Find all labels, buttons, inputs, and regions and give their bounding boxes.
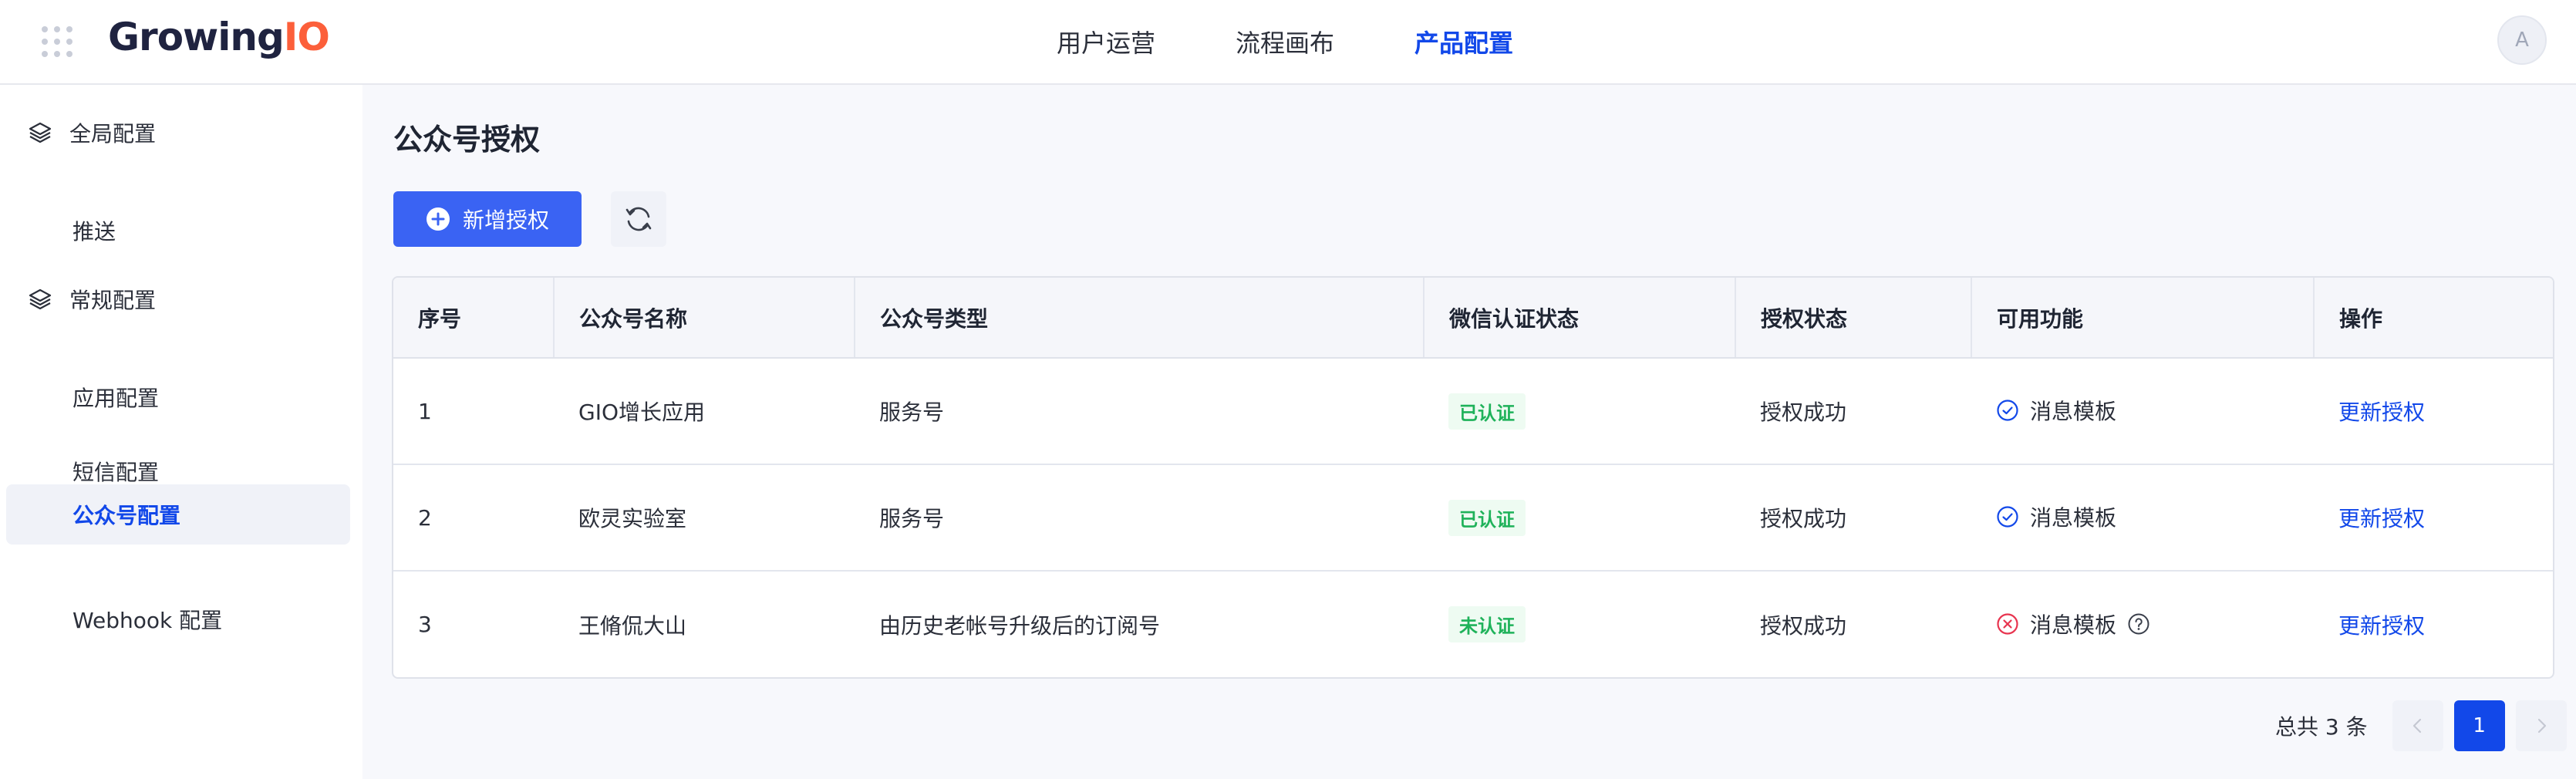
unverified-badge: 未认证 (1448, 606, 1526, 642)
verified-badge: 已认证 (1448, 393, 1526, 430)
column-header-type: 公众号类型 (855, 278, 1425, 359)
column-header-index: 序号 (393, 278, 555, 359)
cell-actions: 更新授权 (2314, 571, 2553, 677)
error-circle-icon (1997, 612, 2018, 635)
sidebar-item-push[interactable]: 推送 (6, 201, 350, 261)
table-header-row: 序号 公众号名称 公众号类型 微信认证状态 授权状态 可用功能 操作 (393, 278, 2553, 359)
column-header-verify-status: 微信认证状态 (1424, 278, 1736, 359)
sidebar-item-label: 应用配置 (72, 386, 160, 411)
nav-product-config[interactable]: 产品配置 (1414, 24, 1513, 59)
sidebar-item-label: Webhook 配置 (72, 608, 223, 633)
sidebar-item-official-account-config[interactable]: 公众号配置 (6, 484, 350, 545)
sidebar-item-label: 推送 (72, 219, 116, 244)
cell-auth-status: 授权成功 (1760, 612, 1847, 639)
cell-features: 消息模板 (1971, 571, 2314, 677)
nav-flow-canvas[interactable]: 流程画布 (1236, 24, 1334, 59)
add-authorization-button[interactable]: 新增授权 (393, 191, 582, 247)
sidebar-group-label: 常规配置 (69, 288, 157, 313)
sidebar-item-label: 公众号配置 (72, 503, 181, 528)
sidebar: 全局配置 推送 常规配置 应用配置 短信配置 公众号配置 Webhook 配置 (0, 85, 362, 779)
growingio-logo[interactable]: GrowingIO (108, 9, 330, 65)
verified-badge: 已认证 (1448, 499, 1526, 536)
avatar[interactable]: A (2497, 15, 2547, 65)
add-button-label: 新增授权 (462, 207, 549, 233)
column-header-actions: 操作 (2314, 278, 2553, 359)
column-header-features: 可用功能 (1971, 278, 2315, 359)
page-button-current[interactable]: 1 (2453, 700, 2505, 751)
feature-label: 消息模板 (2030, 612, 2117, 638)
cell-actions: 更新授权 (2314, 358, 2553, 464)
cell-auth-status: 授权成功 (1760, 506, 1847, 531)
cell-name: 欧灵实验室 (578, 506, 687, 531)
cell-features: 消息模板 (1971, 464, 2314, 571)
page-title: 公众号授权 (393, 123, 541, 157)
cell-type: 由历史老帐号升级后的订阅号 (879, 612, 1161, 639)
top-bar: GrowingIO 用户运营 流程画布 产品配置 A (0, 0, 2576, 85)
column-header-auth-status: 授权状态 (1735, 278, 1972, 359)
table-row: 3 王脩侃大山 由历史老帐号升级后的订阅号 未认证 授权成功 消息模板 更新授权 (393, 571, 2553, 677)
table-row: 1 GIO增长应用 服务号 已认证 授权成功 消息模板 更新授权 (393, 358, 2553, 464)
sidebar-group-global: 全局配置 (28, 117, 156, 148)
layers-icon (29, 288, 52, 310)
cell-auth-status: 授权成功 (1760, 400, 1847, 425)
chevron-left-icon (2412, 718, 2421, 733)
update-authorization-link[interactable]: 更新授权 (2338, 506, 2425, 531)
layers-icon (29, 122, 52, 143)
sidebar-item-label: 短信配置 (72, 460, 160, 485)
cell-index: 3 (418, 612, 432, 637)
cell-actions: 更新授权 (2314, 464, 2553, 571)
table-row: 2 欧灵实验室 服务号 已认证 授权成功 消息模板 更新授权 (393, 464, 2553, 571)
update-authorization-link[interactable]: 更新授权 (2338, 400, 2425, 425)
prev-page-button[interactable] (2392, 700, 2443, 751)
cell-index: 1 (418, 398, 432, 424)
cell-verify-status: 已认证 (1424, 464, 1735, 571)
feature-label: 消息模板 (2030, 399, 2117, 424)
update-authorization-link[interactable]: 更新授权 (2338, 613, 2425, 639)
nav-user-operations[interactable]: 用户运营 (1057, 24, 1155, 59)
chevron-right-icon (2537, 718, 2546, 733)
cell-name: GIO增长应用 (578, 400, 705, 425)
feature-label: 消息模板 (2030, 505, 2117, 531)
refresh-button[interactable] (611, 191, 666, 247)
column-header-name: 公众号名称 (554, 278, 855, 359)
sidebar-item-webhook-config[interactable]: Webhook 配置 (6, 589, 350, 649)
check-circle-icon (1997, 506, 2018, 528)
sidebar-item-app-config[interactable]: 应用配置 (6, 367, 350, 427)
cell-type: 服务号 (879, 400, 945, 425)
cell-type: 服务号 (879, 506, 945, 531)
cell-name: 王脩侃大山 (578, 612, 687, 639)
authorization-table: 序号 公众号名称 公众号类型 微信认证状态 授权状态 可用功能 操作 1 GIO… (392, 276, 2554, 679)
check-circle-icon (1997, 400, 2018, 421)
cell-index: 2 (418, 504, 432, 531)
cell-features: 消息模板 (1971, 358, 2314, 464)
sidebar-group-label: 全局配置 (69, 121, 157, 147)
cell-verify-status: 已认证 (1424, 358, 1735, 464)
cell-verify-status: 未认证 (1424, 571, 1735, 677)
help-icon[interactable] (2127, 612, 2150, 636)
refresh-icon (625, 207, 652, 231)
logo-text: Growing (108, 15, 285, 59)
pagination: 总共 3 条 1 (2275, 700, 2567, 751)
sidebar-group-general: 常规配置 (28, 284, 156, 315)
logo-accent: IO (283, 15, 330, 59)
apps-grid-icon[interactable] (40, 25, 74, 59)
plus-circle-icon (426, 207, 450, 231)
next-page-button[interactable] (2515, 700, 2567, 751)
total-count: 总共 3 条 (2275, 714, 2368, 740)
top-nav: 用户运营 流程画布 产品配置 (1057, 0, 1593, 83)
